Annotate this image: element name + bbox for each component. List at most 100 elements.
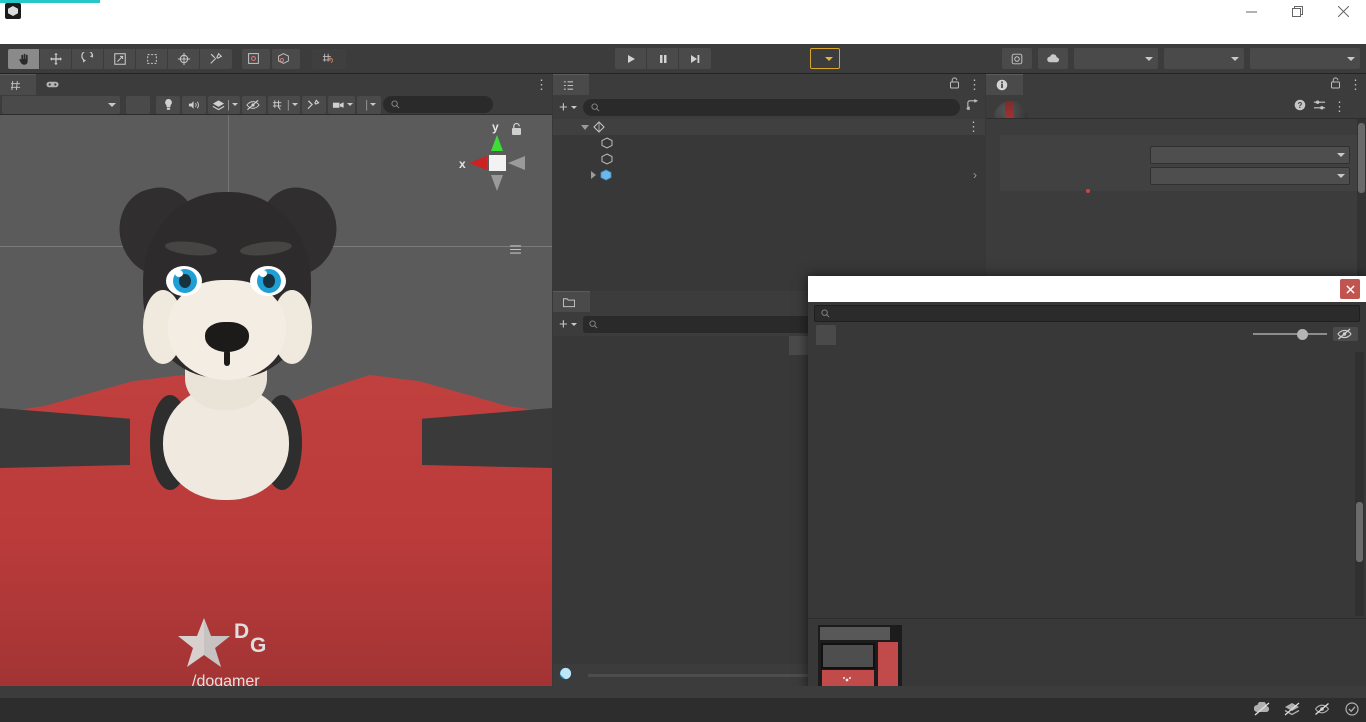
tab-game[interactable] bbox=[36, 74, 74, 95]
rect-tool-button[interactable] bbox=[136, 49, 168, 69]
layout-button[interactable] bbox=[1250, 48, 1360, 69]
hierarchy-add-button[interactable]: + bbox=[559, 99, 577, 116]
cloud-icon[interactable] bbox=[1038, 48, 1068, 69]
help-icon[interactable]: ? bbox=[1294, 99, 1306, 114]
plus-icon: + bbox=[559, 99, 568, 116]
cull-mode-dropdown[interactable] bbox=[1150, 167, 1350, 185]
thumbnail-size-slider[interactable] bbox=[1253, 326, 1327, 342]
transform-tools-group bbox=[8, 49, 232, 69]
detail-thumbnail bbox=[818, 625, 902, 693]
dialog-hidden-count[interactable] bbox=[1333, 327, 1358, 341]
project-tree[interactable] bbox=[553, 336, 788, 664]
scene-axis-gizmo[interactable]: y x bbox=[440, 115, 532, 225]
play-icon[interactable] bbox=[615, 48, 647, 69]
svg-text:/dogamer: /dogamer bbox=[192, 673, 260, 686]
draw-mode-dropdown[interactable] bbox=[2, 96, 120, 114]
search-icon bbox=[821, 309, 830, 318]
chevron-down-icon bbox=[1337, 153, 1345, 157]
step-icon[interactable] bbox=[679, 48, 711, 69]
chevron-down-icon bbox=[292, 103, 298, 106]
fx-icon[interactable]: | bbox=[208, 96, 240, 114]
lightbulb-icon[interactable] bbox=[156, 96, 180, 114]
rendering-mode-block bbox=[1000, 135, 1360, 191]
kebab-icon[interactable]: ⋮ bbox=[967, 122, 980, 132]
scale-tool-button[interactable] bbox=[104, 49, 136, 69]
hand-tool-button[interactable] bbox=[8, 49, 40, 69]
no-collab-icon[interactable] bbox=[1254, 702, 1270, 719]
chevron-down-icon bbox=[108, 103, 116, 107]
texture-grid-area[interactable] bbox=[808, 350, 1366, 618]
speaker-icon[interactable] bbox=[182, 96, 206, 114]
kebab-icon[interactable]: ⋮ bbox=[535, 80, 548, 90]
chevron-down-icon[interactable] bbox=[581, 125, 589, 130]
svg-text:D: D bbox=[234, 620, 249, 643]
gizmos-dropdown[interactable]: | bbox=[357, 96, 381, 114]
hierarchy-item-main-camera[interactable] bbox=[553, 135, 985, 151]
rendering-type-dropdown[interactable] bbox=[1150, 146, 1350, 164]
close-icon[interactable] bbox=[1340, 279, 1360, 299]
pivot-mode-button[interactable] bbox=[242, 49, 270, 69]
svg-text:x: x bbox=[459, 157, 466, 171]
chevron-down-icon bbox=[825, 57, 833, 61]
kebab-icon[interactable]: ⋮ bbox=[968, 80, 981, 90]
scene-toolbar: | | | bbox=[0, 95, 552, 115]
preset-icon[interactable] bbox=[1313, 99, 1326, 114]
rotate-tool-button[interactable] bbox=[72, 49, 104, 69]
kebab-icon[interactable]: ⋮ bbox=[1349, 80, 1362, 90]
scene-search-input[interactable] bbox=[383, 96, 493, 113]
tab-hierarchy[interactable] bbox=[553, 74, 589, 95]
scene-tab-menu[interactable]: ⋮ bbox=[535, 74, 548, 95]
chevron-right-icon[interactable] bbox=[591, 171, 596, 179]
hierarchy-toolbar: + bbox=[553, 95, 985, 119]
layers-status-icon[interactable] bbox=[1284, 702, 1300, 719]
chevron-down-icon bbox=[571, 106, 577, 109]
chevron-down-icon bbox=[1347, 57, 1355, 61]
dialog-zoom-control bbox=[1253, 326, 1358, 342]
tab-inspector[interactable] bbox=[986, 74, 1023, 95]
transform-tool-button[interactable] bbox=[168, 49, 200, 69]
preview-packages-button[interactable] bbox=[810, 48, 840, 69]
sort-icon[interactable] bbox=[966, 99, 979, 115]
pause-icon[interactable] bbox=[647, 48, 679, 69]
move-tool-button[interactable] bbox=[40, 49, 72, 69]
hierarchy-item-tutorial[interactable]: ⋮ bbox=[553, 119, 985, 135]
unlock-icon[interactable] bbox=[950, 77, 960, 92]
tab-scene[interactable] bbox=[0, 74, 36, 95]
bottom-strip bbox=[0, 686, 1366, 698]
toggle-2d-button[interactable] bbox=[126, 96, 150, 114]
handle-space-button[interactable] bbox=[272, 49, 300, 69]
grid-icon[interactable]: | bbox=[268, 96, 300, 114]
nose bbox=[205, 322, 249, 352]
hierarchy-item-dogamerboy[interactable]: › bbox=[553, 167, 985, 183]
texture-grid bbox=[808, 350, 1366, 354]
layers-button[interactable] bbox=[1164, 48, 1244, 69]
dialog-tabrow bbox=[808, 324, 1366, 346]
minimize-icon[interactable] bbox=[1228, 0, 1274, 22]
check-circle-icon[interactable] bbox=[1344, 702, 1360, 719]
dialog-tab-assets[interactable] bbox=[816, 325, 836, 345]
chevron-right-icon[interactable]: › bbox=[973, 168, 977, 182]
tab-project[interactable] bbox=[553, 291, 590, 312]
scene-viewport[interactable]: D G /dogamer y x bbox=[0, 115, 552, 686]
left-eye bbox=[166, 266, 202, 296]
project-add-button[interactable]: + bbox=[559, 316, 577, 333]
scene-view-orientation-label[interactable] bbox=[510, 245, 526, 254]
hierarchy-item-directional-light[interactable] bbox=[553, 151, 985, 167]
no-eye-icon[interactable] bbox=[1314, 702, 1330, 719]
collab-icon[interactable] bbox=[1002, 48, 1032, 69]
kebab-icon[interactable]: ⋮ bbox=[1333, 102, 1346, 112]
scene-camera-icon[interactable] bbox=[328, 96, 355, 114]
scene-tools-icon[interactable] bbox=[302, 96, 326, 114]
hidden-objects-button[interactable] bbox=[242, 96, 266, 114]
close-icon[interactable] bbox=[1320, 0, 1366, 22]
custom-tool-button[interactable] bbox=[200, 49, 232, 69]
account-button[interactable] bbox=[1074, 48, 1158, 69]
restore-icon[interactable] bbox=[1274, 0, 1320, 22]
dialog-search-input[interactable] bbox=[814, 305, 1360, 322]
dialog-titlebar bbox=[808, 276, 1366, 302]
hierarchy-search-input[interactable] bbox=[583, 99, 960, 116]
texture-grid-scrollbar[interactable] bbox=[1355, 352, 1364, 616]
grid-snap-icon[interactable] bbox=[312, 49, 346, 69]
unlock-icon[interactable] bbox=[1331, 77, 1341, 92]
inspector-tab-controls: ⋮ bbox=[1331, 74, 1362, 95]
